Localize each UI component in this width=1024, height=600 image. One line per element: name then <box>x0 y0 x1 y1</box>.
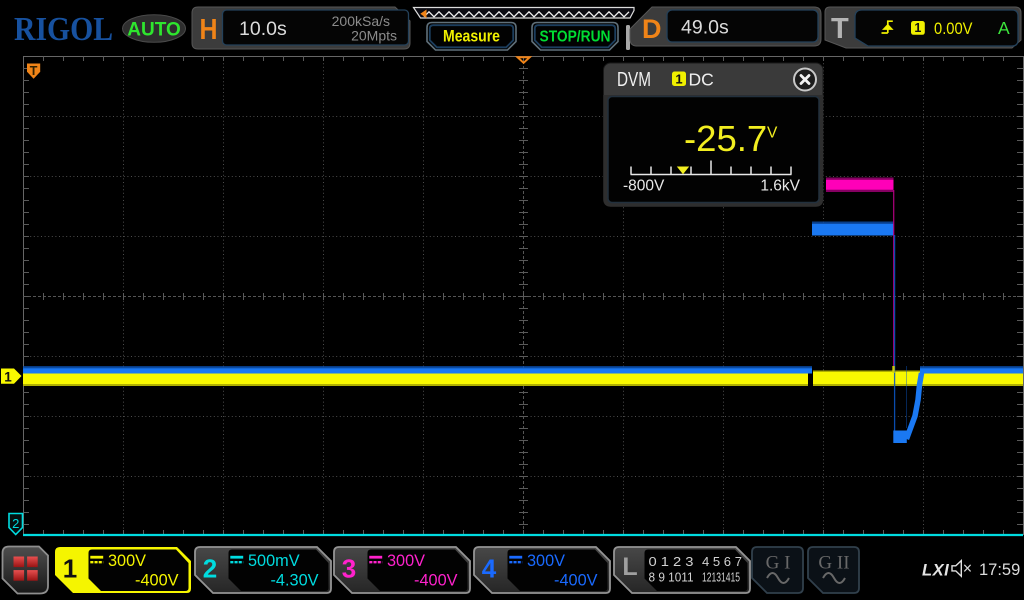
svg-text:-4.30V: -4.30V <box>271 572 319 590</box>
svg-text:-400V: -400V <box>135 572 179 590</box>
svg-text:4: 4 <box>482 554 497 584</box>
svg-text:-800V: -800V <box>623 178 665 195</box>
svg-text:8 9 1011: 8 9 1011 <box>649 570 694 585</box>
svg-text:-25.7: -25.7 <box>684 118 767 159</box>
svg-text:17:59: 17:59 <box>979 561 1020 579</box>
svg-text:300V: 300V <box>527 552 565 570</box>
svg-text:-400V: -400V <box>414 572 458 590</box>
svg-text:1.6kV: 1.6kV <box>760 178 800 195</box>
svg-text:10.0s: 10.0s <box>239 18 287 40</box>
svg-text:12131415: 12131415 <box>702 570 740 585</box>
svg-text:300V: 300V <box>108 552 146 570</box>
svg-text:2: 2 <box>203 554 217 584</box>
svg-text:G I: G I <box>766 553 791 574</box>
svg-text:RIGOL: RIGOL <box>14 11 113 48</box>
svg-text:T: T <box>831 13 849 45</box>
svg-text:1: 1 <box>914 21 921 35</box>
svg-text:300V: 300V <box>387 552 425 570</box>
svg-text:20Mpts: 20Mpts <box>351 28 397 44</box>
svg-text:4 5 6 7: 4 5 6 7 <box>702 554 742 569</box>
svg-text:D: D <box>642 14 662 44</box>
svg-text:AUTO: AUTO <box>127 20 180 41</box>
svg-text:-400V: -400V <box>554 572 598 590</box>
svg-text:3: 3 <box>342 554 356 584</box>
svg-text:LXI: LXI <box>922 562 949 580</box>
svg-text:L: L <box>622 553 637 581</box>
svg-text:Measure: Measure <box>443 28 500 46</box>
svg-text:2: 2 <box>12 516 19 531</box>
svg-text:H: H <box>200 14 218 46</box>
svg-text:1: 1 <box>4 370 12 385</box>
svg-text:0 1 2 3: 0 1 2 3 <box>649 554 694 569</box>
svg-text:500mV: 500mV <box>248 552 300 570</box>
svg-text:1: 1 <box>63 554 77 584</box>
svg-text:DVM: DVM <box>617 69 651 91</box>
svg-text:A: A <box>998 18 1010 38</box>
svg-text:49.0s: 49.0s <box>681 17 729 39</box>
svg-text:0.00V: 0.00V <box>934 19 973 38</box>
svg-text:1: 1 <box>675 72 682 87</box>
svg-text:V: V <box>767 125 778 142</box>
svg-text:T: T <box>30 64 38 78</box>
svg-text:G II: G II <box>818 553 849 574</box>
svg-text:STOP/RUN: STOP/RUN <box>540 29 611 46</box>
svg-text:DC: DC <box>689 70 714 90</box>
